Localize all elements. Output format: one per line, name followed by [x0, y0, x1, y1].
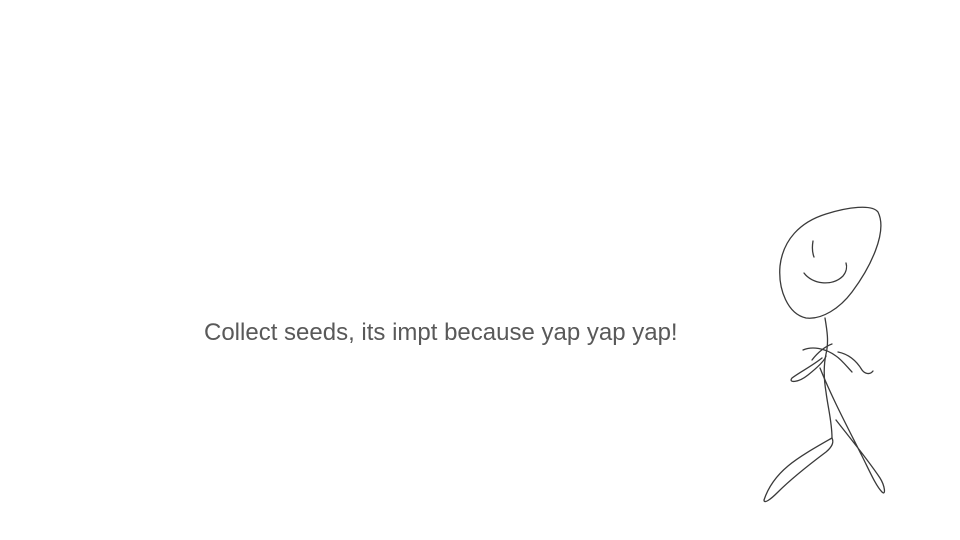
- right-arm: [837, 351, 874, 375]
- body-line: [823, 317, 833, 439]
- head-outline: [779, 206, 882, 319]
- torso-cross: [802, 347, 853, 373]
- left-arm: [790, 355, 827, 383]
- left-leg: [763, 437, 834, 503]
- torso-cross-2: [811, 343, 833, 361]
- slide-canvas: Collect seeds, its impt because yap yap …: [0, 0, 960, 540]
- stick-figure-icon: [763, 206, 886, 503]
- slide-caption: Collect seeds, its impt because yap yap …: [204, 319, 678, 346]
- right-leg: [819, 367, 886, 494]
- smile-mark: [803, 262, 848, 284]
- eye-mark: [811, 240, 815, 258]
